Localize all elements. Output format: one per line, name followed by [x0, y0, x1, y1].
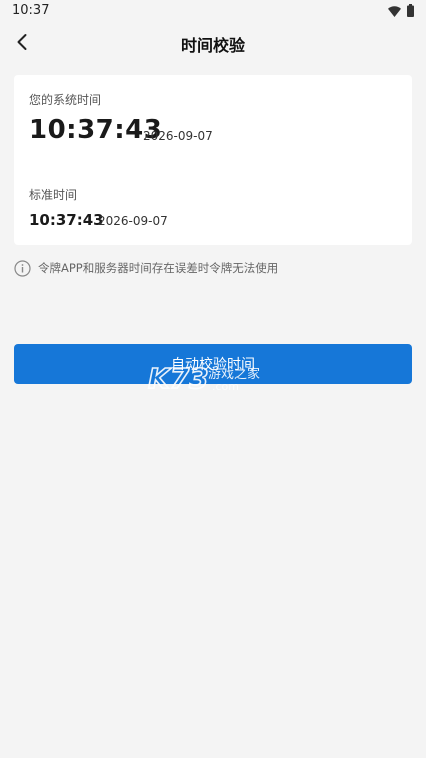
- standard-time-value: 10:37:43: [29, 211, 104, 229]
- status-time: 10:37: [12, 3, 50, 18]
- status-icons: [388, 2, 414, 21]
- info-icon: [14, 259, 31, 277]
- time-check-screen: 10:37 时间校验 您的系统时间 10:37:43 2026-09-07 标准…: [0, 0, 426, 758]
- status-bar: 10:37: [0, 0, 426, 22]
- wifi-icon: [388, 2, 401, 21]
- app-header: 时间校验: [0, 22, 426, 66]
- standard-time-label: 标准时间: [29, 188, 78, 202]
- time-card: 您的系统时间 10:37:43 2026-09-07 标准时间 10:37:43…: [14, 75, 412, 245]
- battery-icon: [407, 2, 414, 21]
- auto-sync-time-button[interactable]: 自动校验时间: [14, 344, 412, 384]
- system-date-value: 2026-09-07: [143, 129, 213, 143]
- notice: 令牌APP和服务器时间存在误差时令牌无法使用: [14, 259, 278, 277]
- standard-date-value: 2026-09-07: [98, 214, 168, 228]
- system-time-label: 您的系统时间: [29, 93, 102, 107]
- notice-text: 令牌APP和服务器时间存在误差时令牌无法使用: [38, 261, 279, 275]
- page-title: 时间校验: [180, 36, 245, 55]
